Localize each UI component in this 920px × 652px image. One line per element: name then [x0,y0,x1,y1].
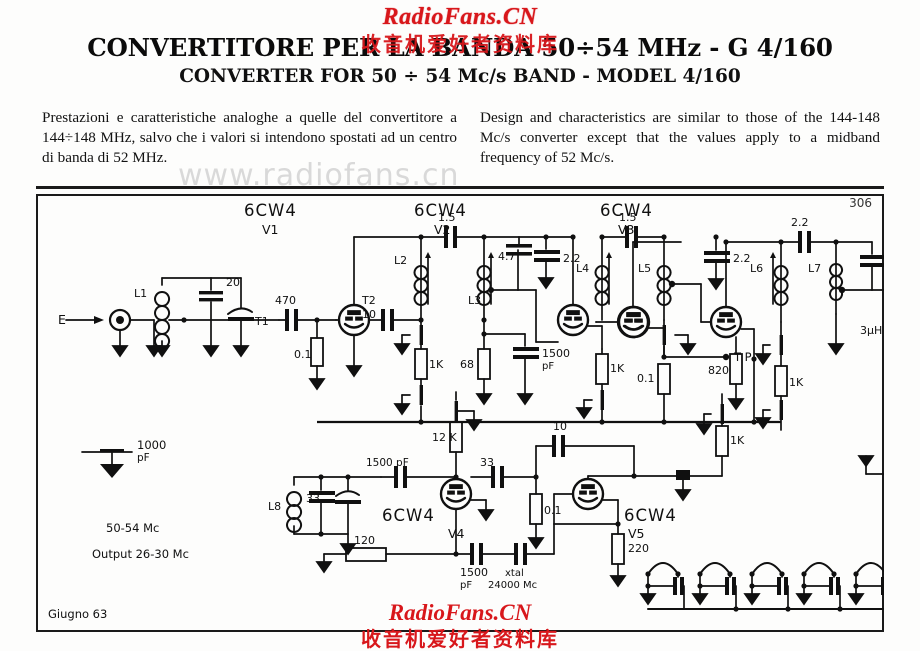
l4-network [576,226,665,423]
value-res-1k-v1: 1K [429,358,444,371]
value-res-820: 820 [708,364,729,377]
label-test-point: T P [733,350,752,364]
value-res-01-v1: 0.1 [294,348,312,361]
watermark-radiofans-top: RadioFans.CN [382,4,538,30]
label-tube-type-v1: 6CW4 [244,201,297,220]
v2-stage [517,234,603,350]
page-number: 306 [849,196,872,210]
circuit-schematic: E U T P 6CW4 V1 6CW4 V2 6CW4 V3 6CW4 V4 … [48,201,884,621]
legend-capacitor [81,449,133,478]
value-res-1k-v2: 1K [610,362,625,375]
label-trimmer-t2-value: 10 [362,308,376,321]
label-coil-l2: L2 [394,254,407,267]
horizontal-rule [36,186,884,189]
value-cap-1500pf: 1500 [542,347,570,360]
label-tube-ref-v1: V1 [262,222,279,237]
output-network [835,241,884,291]
power-terminal-block [858,455,884,475]
value-res-01-v2: 0.1 [637,372,655,385]
l2-network [394,226,485,423]
value-res-1k-ps: 1K [730,434,745,447]
label-trimmer-t2: T2 [361,294,376,307]
value-res-12k-a: 12 K [432,431,457,444]
label-coil-l5: L5 [638,262,651,275]
note-output: Output 26-30 Mc [92,547,189,561]
label-xtal: xtal [505,568,524,579]
value-cap-47: 4.7 [498,250,516,263]
label-input-e: E [58,312,66,327]
unit-cap-1500pf: pF [542,361,554,372]
value-res-01-v4: 0.1 [544,504,562,517]
value-cap-10: 10 [553,420,567,433]
label-tube-ref-v3: V3 [618,222,635,237]
value-cap-22-a: 2.2 [563,252,581,265]
value-cap-1500pf-osc: 1500 pF [366,457,409,469]
label-coil-l7: L7 [808,262,821,275]
value-cap-33-mix: 33 [480,456,494,469]
value-cap-33-osc: 33 [306,492,320,505]
value-cap-22-c: 2.2 [791,216,809,229]
paragraph-english: Design and characteristics are similar t… [480,109,880,167]
value-res-68: 68 [460,358,474,371]
value-cap-22-b: 2.2 [733,252,751,265]
unit-cap-1500pf-cath: pF [460,580,472,591]
value-ind-3uh: 3µH [860,324,882,337]
legend-cap-value: 1000 [137,438,166,452]
label-tube-ref-v2: V2 [434,222,451,237]
label-tube-ref-v5: V5 [628,526,645,541]
value-cap-15-a: 1.5 [438,211,456,224]
label-tube-type-v5: 6CW4 [624,506,677,525]
label-trimmer-t1: T1 [254,315,269,328]
label-coil-l3: L3 [468,294,481,307]
value-cap-input-20: 20 [226,276,240,289]
v1-stage [335,236,422,377]
watermark-chinese-bottom: 收音机爱好者资料库 [361,627,559,651]
value-xtal-freq: 24000 Mc [488,580,537,591]
right-section [700,231,873,431]
value-cap-1500pf-cath: 1500 [460,566,488,579]
label-coil-l1: L1 [134,287,147,300]
value-cap-470: 470 [275,294,296,307]
value-res-1k-v3: 1K [789,376,804,389]
label-tube-type-v4: 6CW4 [382,506,435,525]
note-band: 50-54 Mc [106,521,159,535]
supply-bus [317,419,781,425]
paragraph-italian: Prestazioni e caratteristiche analoghe a… [42,109,457,167]
value-cap-15-b: 1.5 [619,211,637,224]
value-res-220: 220 [628,542,649,555]
legend-cap-unit: pF [137,452,150,464]
filter-chain [640,562,884,612]
label-coil-l6: L6 [750,262,763,275]
label-tube-ref-v4: V4 [448,526,465,541]
watermark-chinese-top: 收音机爱好者资料库 [361,32,559,56]
page-title-english: CONVERTER FOR 50 ÷ 54 Mc/s BAND - MODEL … [179,66,741,87]
label-coil-l8: L8 [268,500,281,513]
value-res-120: 120 [354,534,375,547]
